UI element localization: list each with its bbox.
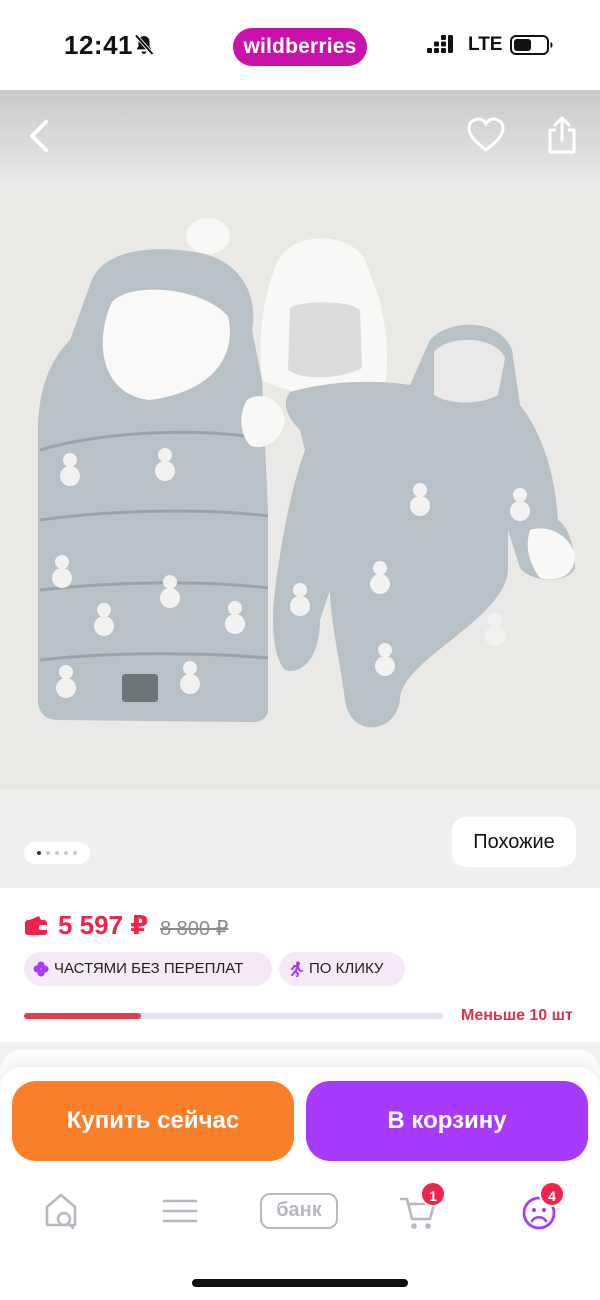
buy-now-button[interactable]: Купить сейчас [12,1081,294,1161]
stock-progress-fill [24,1013,142,1019]
pagination-dot-active [37,851,41,855]
cart-badge: 1 [420,1181,446,1207]
tag-installment-label: ЧАСТЯМИ БЕЗ ПЕРЕПЛАТ [54,960,244,977]
bell-muted-icon [134,34,154,56]
network-label: LTE [468,34,503,55]
heart-icon[interactable] [466,116,506,154]
signal-icon [427,35,453,53]
gallery-header [0,90,600,190]
tag-installment[interactable]: ЧАСТЯМИ БЕЗ ПЕРЕПЛАТ [24,952,272,986]
pagination-dot [73,851,77,855]
tab-profile[interactable]: 4 [519,1181,565,1233]
running-man-icon [291,961,303,977]
price-card: 5 597 ₽ 8 800 ₽ ЧАСТЯМИ БЕЗ ПЕРЕПЛАТ ПО … [0,888,600,1042]
profile-badge: 4 [539,1181,565,1207]
product-page: 12:41 wildberries LTE Похожие 5 597 ₽ 8 … [0,0,600,1300]
bank-label: банк [260,1193,338,1229]
tab-cart[interactable]: 1 [398,1181,446,1233]
back-arrow-icon[interactable] [24,118,54,154]
tag-one-click-label: ПО КЛИКУ [309,960,384,977]
pagination-dot [64,851,68,855]
home-search-icon[interactable] [42,1189,80,1233]
product-gallery[interactable]: Похожие [0,90,600,890]
similar-button[interactable]: Похожие [452,817,576,867]
tag-one-click[interactable]: ПО КЛИКУ [279,952,405,986]
product-photo[interactable] [0,190,600,790]
wallet-icon [25,916,47,935]
add-to-cart-button[interactable]: В корзину [306,1081,588,1161]
battery-icon [510,35,553,55]
status-bar: 12:41 wildberries LTE [0,0,600,90]
bottom-action-sheet: Купить сейчас В корзину банк 1 4 [0,1067,600,1300]
pagination-dot [46,851,50,855]
menu-icon[interactable] [162,1189,198,1233]
share-icon[interactable] [544,114,580,156]
tab-bank[interactable]: банк [260,1189,340,1233]
status-time: 12:41 [64,30,133,60]
gallery-pagination [24,842,90,864]
stock-progress [24,1013,443,1019]
stock-label: Меньше 10 шт [461,1007,573,1024]
installment-icon [33,961,49,977]
price-current: 5 597 ₽ [58,910,149,940]
brand-logo: wildberries [233,28,367,66]
price-old: 8 800 ₽ [160,918,229,940]
home-indicator [192,1279,408,1287]
pagination-dot [55,851,59,855]
